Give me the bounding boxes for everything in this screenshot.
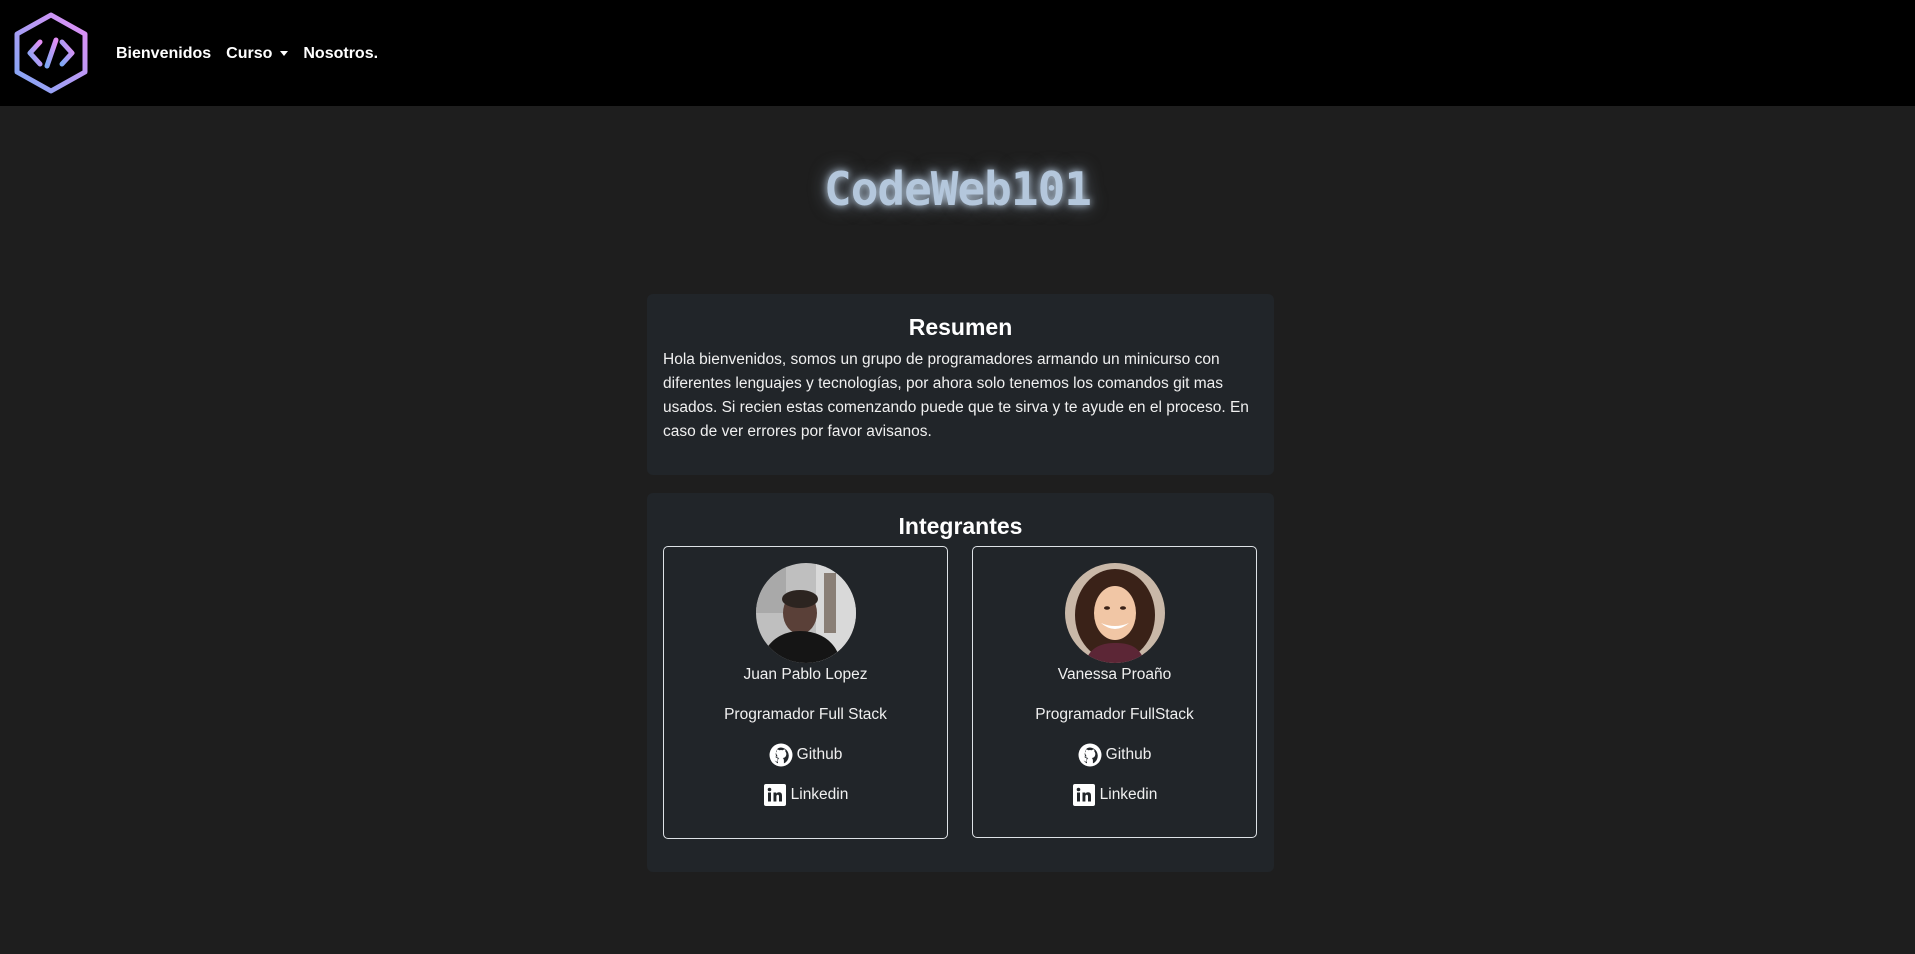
nav-dropdown-curso[interactable]: Curso xyxy=(226,44,289,64)
linkedin-icon xyxy=(763,784,786,806)
page-title: CodeWeb101 xyxy=(824,162,1092,216)
member-role: Programador FullStack xyxy=(1035,706,1194,723)
member-card: Juan Pablo Lopez Programador Full Stack … xyxy=(663,546,948,839)
nav-link-label: Nosotros. xyxy=(303,45,379,62)
chevron-down-icon xyxy=(280,50,289,56)
member-card: Vanessa Proaño Programador FullStack Git… xyxy=(972,546,1257,838)
nav-link-nosotros[interactable]: Nosotros. xyxy=(303,44,378,64)
linkedin-link[interactable]: Linkedin xyxy=(664,783,947,807)
linkedin-icon xyxy=(1072,784,1095,806)
member-name: Vanessa Proaño xyxy=(1057,666,1172,683)
github-icon xyxy=(1078,743,1102,767)
avatar xyxy=(756,563,856,663)
avatar xyxy=(1065,563,1165,663)
summary-title: Resumen xyxy=(908,314,1013,340)
linkedin-label: Linkedin xyxy=(1099,786,1158,803)
github-label: Github xyxy=(1105,746,1152,763)
navbar: Bienvenidos Curso Nosotros. xyxy=(0,0,1915,106)
summary-text: Hola bienvenidos, somos un grupo de prog… xyxy=(663,351,1249,440)
nav-link-label: Bienvenidos xyxy=(116,45,212,62)
nav-link-bienvenidos[interactable]: Bienvenidos xyxy=(116,44,211,64)
code-brackets-hexagon-icon[interactable] xyxy=(14,12,88,94)
linkedin-link[interactable]: Linkedin xyxy=(973,783,1256,807)
member-name: Juan Pablo Lopez xyxy=(743,666,868,683)
team-panel: Integrantes Juan Pablo Lopez Programador… xyxy=(647,493,1274,872)
team-title: Integrantes xyxy=(898,513,1023,539)
github-link[interactable]: Github xyxy=(664,743,947,767)
github-link[interactable]: Github xyxy=(973,743,1256,767)
github-icon xyxy=(769,743,793,767)
github-label: Github xyxy=(796,746,843,763)
nav-links: Bienvenidos Curso Nosotros. xyxy=(116,44,393,64)
linkedin-label: Linkedin xyxy=(790,786,849,803)
summary-panel: Resumen Hola bienvenidos, somos un grupo… xyxy=(647,294,1274,475)
member-role: Programador Full Stack xyxy=(724,706,887,723)
nav-link-label: Curso xyxy=(226,45,273,62)
